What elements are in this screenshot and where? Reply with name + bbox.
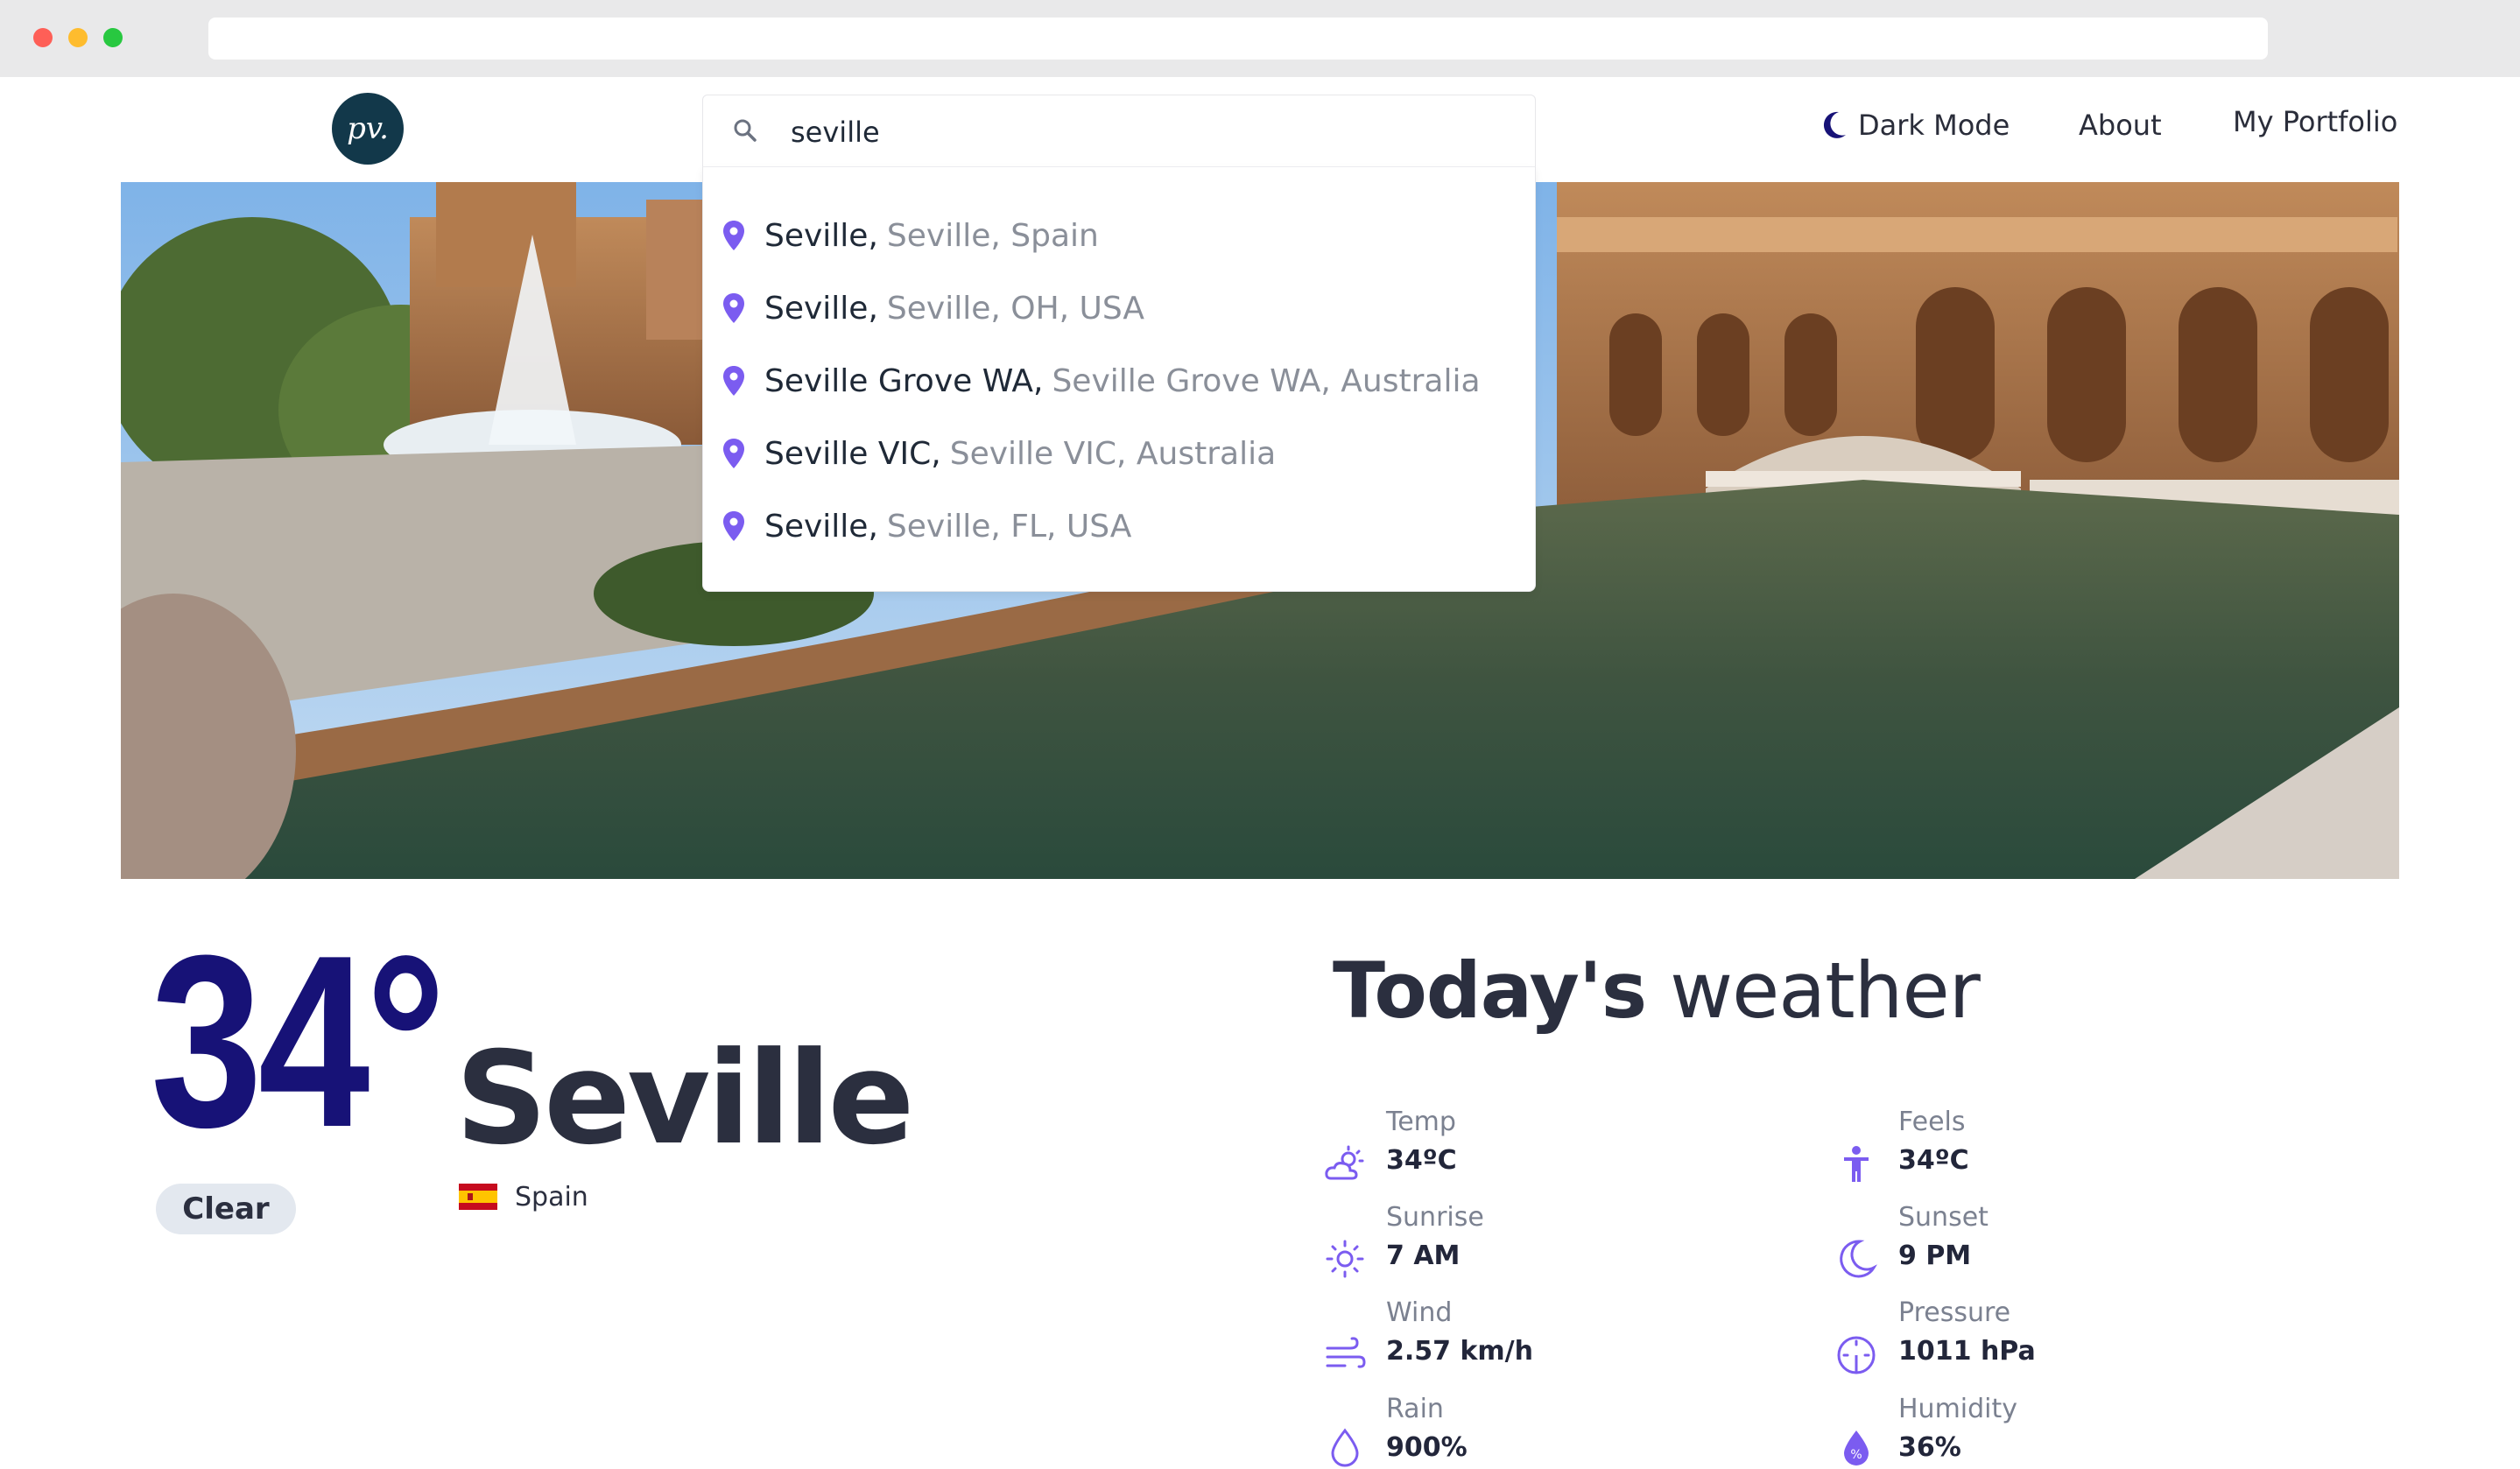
- stat-label: Humidity: [1898, 1394, 2018, 1424]
- stat-label: Rain: [1386, 1394, 1444, 1424]
- moon-icon: [1840, 1240, 1877, 1278]
- logo-text: pv.: [347, 111, 389, 146]
- stat-value: 2.57 km/h: [1386, 1336, 1533, 1367]
- title-bold: Today's: [1333, 945, 1647, 1036]
- title-rest: weather: [1646, 945, 1981, 1036]
- suggestion-secondary: Seville, FL, USA: [886, 508, 1132, 545]
- search-input[interactable]: [789, 108, 1510, 157]
- window-minimize-button[interactable]: [68, 28, 88, 47]
- suggestion-main: Seville VIC,: [764, 435, 941, 472]
- wind-icon: [1326, 1337, 1366, 1368]
- dark-mode-label: Dark Mode: [1858, 109, 2010, 142]
- nav-about-link[interactable]: About: [2079, 109, 2162, 142]
- todays-weather-title: Today's weather: [1333, 945, 1981, 1036]
- sun-icon: [1326, 1240, 1364, 1278]
- suggestion-secondary: Seville, OH, USA: [886, 290, 1145, 327]
- stat-value: 34ºC: [1898, 1145, 1969, 1176]
- location-pin-icon: [723, 439, 744, 468]
- suggestion-item[interactable]: Seville VIC, Seville VIC, Australia: [721, 427, 1276, 480]
- current-temperature: 34°: [151, 905, 446, 1178]
- browser-chrome: [0, 0, 2520, 77]
- location-pin-icon: [723, 511, 744, 541]
- spain-flag-icon: [459, 1184, 497, 1210]
- stat-label: Temp: [1386, 1107, 1456, 1137]
- location-pin-icon: [723, 366, 744, 396]
- suggestion-item[interactable]: Seville, Seville, Spain: [721, 209, 1099, 262]
- gauge-icon: [1837, 1336, 1876, 1374]
- cloud-sun-icon: [1325, 1145, 1364, 1180]
- window-close-button[interactable]: [33, 28, 53, 47]
- moon-icon: [1823, 111, 1846, 138]
- country-name: Spain: [515, 1182, 588, 1212]
- nav-portfolio-link[interactable]: My Portfolio: [2233, 105, 2397, 138]
- suggestion-secondary: Seville, Spain: [886, 217, 1099, 254]
- suggestion-item[interactable]: Seville, Seville, OH, USA: [721, 282, 1144, 334]
- stat-value: 1011 hPa: [1898, 1336, 2036, 1367]
- search-icon: [734, 119, 757, 142]
- city-name: Seville: [455, 1024, 914, 1173]
- site-logo[interactable]: pv.: [332, 93, 404, 165]
- suggestion-item[interactable]: Seville, Seville, FL, USA: [721, 500, 1131, 552]
- location-pin-icon: [723, 221, 744, 250]
- suggestion-secondary: Seville VIC, Australia: [949, 435, 1277, 472]
- stat-value: 9 PM: [1898, 1241, 1972, 1271]
- nav-portfolio-label: My Portfolio: [2233, 105, 2398, 138]
- window-maximize-button[interactable]: [103, 28, 123, 47]
- suggestion-main: Seville,: [764, 290, 878, 327]
- suggestion-main: Seville,: [764, 508, 878, 545]
- location-pin-icon: [723, 293, 744, 323]
- droplet-icon: [1331, 1428, 1359, 1467]
- person-icon: [1844, 1146, 1869, 1182]
- suggestion-main: Seville Grove WA,: [764, 362, 1044, 399]
- address-bar[interactable]: [208, 18, 2268, 60]
- stat-value: 7 AM: [1386, 1241, 1461, 1271]
- svg-text:%: %: [1850, 1448, 1862, 1462]
- suggestion-item[interactable]: Seville Grove WA, Seville Grove WA, Austr…: [721, 355, 1481, 407]
- condition-badge: Clear: [156, 1184, 296, 1234]
- stat-label: Pressure: [1898, 1297, 2011, 1328]
- stat-label: Feels: [1898, 1107, 1966, 1137]
- search-box[interactable]: [702, 95, 1536, 168]
- stat-label: Sunset: [1898, 1202, 1989, 1233]
- search-suggestions: Seville, Seville, Spain Seville, Seville, …: [702, 166, 1536, 592]
- suggestion-main: Seville,: [764, 217, 878, 254]
- humidity-icon: %: [1844, 1430, 1869, 1465]
- stat-label: Wind: [1386, 1297, 1453, 1328]
- suggestion-secondary: Seville Grove WA, Australia: [1052, 362, 1481, 399]
- stat-value: 34ºC: [1386, 1145, 1457, 1176]
- dark-mode-toggle[interactable]: Dark Mode: [1821, 109, 2010, 142]
- nav-about-label: About: [2079, 109, 2162, 142]
- stat-label: Sunrise: [1386, 1202, 1484, 1233]
